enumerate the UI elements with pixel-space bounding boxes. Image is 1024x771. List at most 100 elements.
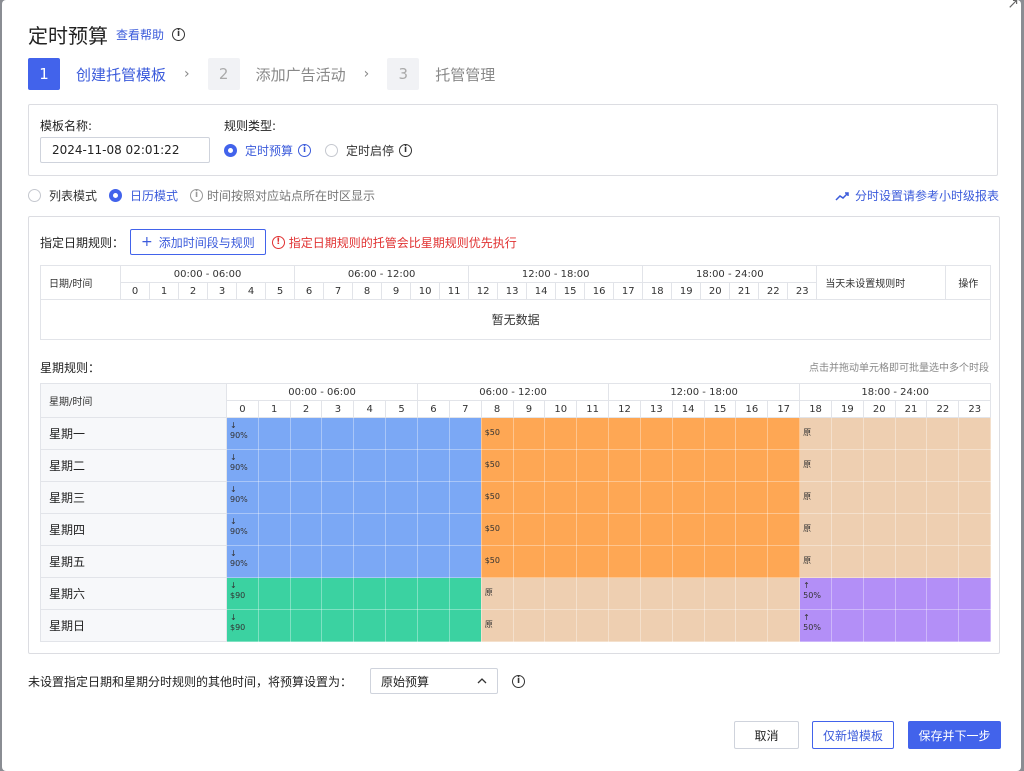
schedule-cell[interactable] xyxy=(353,545,387,578)
schedule-cell[interactable] xyxy=(257,513,291,546)
schedule-cell[interactable] xyxy=(894,417,928,450)
schedule-cell[interactable] xyxy=(926,417,960,450)
schedule-cell[interactable] xyxy=(608,545,641,578)
schedule-cell[interactable] xyxy=(257,417,291,450)
schedule-cell[interactable] xyxy=(257,449,291,482)
schedule-cell[interactable] xyxy=(862,609,896,642)
schedule-cell[interactable] xyxy=(385,545,419,578)
schedule-cell[interactable] xyxy=(703,449,737,482)
schedule-cell[interactable]: 原 xyxy=(799,513,832,546)
schedule-cell[interactable] xyxy=(544,449,578,482)
schedule-cell[interactable] xyxy=(703,577,737,610)
schedule-cell[interactable] xyxy=(671,609,705,642)
schedule-cell[interactable] xyxy=(894,577,928,610)
schedule-cell[interactable] xyxy=(958,513,992,546)
schedule-cell[interactable] xyxy=(703,513,737,546)
schedule-cell[interactable] xyxy=(608,577,641,610)
schedule-cell[interactable] xyxy=(385,577,419,610)
schedule-cell[interactable] xyxy=(958,449,992,482)
schedule-cell[interactable]: 原 xyxy=(799,417,832,450)
schedule-cell[interactable] xyxy=(289,481,323,514)
schedule-cell[interactable] xyxy=(353,449,387,482)
schedule-cell[interactable] xyxy=(671,481,705,514)
schedule-cell[interactable] xyxy=(639,545,673,578)
schedule-cell[interactable] xyxy=(862,417,896,450)
schedule-cell[interactable] xyxy=(639,513,673,546)
schedule-cell[interactable] xyxy=(703,417,737,450)
schedule-cell[interactable] xyxy=(926,545,960,578)
schedule-cell[interactable] xyxy=(417,417,450,450)
schedule-cell[interactable] xyxy=(512,577,546,610)
schedule-cell[interactable] xyxy=(735,513,769,546)
schedule-cell[interactable] xyxy=(608,481,641,514)
schedule-cell[interactable] xyxy=(608,609,641,642)
schedule-cell[interactable] xyxy=(448,417,482,450)
schedule-cell[interactable]: ↓ $90 xyxy=(226,609,259,642)
schedule-cell[interactable] xyxy=(257,481,291,514)
schedule-cell[interactable] xyxy=(862,513,896,546)
schedule-cell[interactable] xyxy=(671,577,705,610)
schedule-cell[interactable] xyxy=(576,513,610,546)
schedule-cell[interactable] xyxy=(448,481,482,514)
schedule-cell[interactable] xyxy=(639,609,673,642)
schedule-cell[interactable] xyxy=(608,513,641,546)
schedule-cell[interactable] xyxy=(448,545,482,578)
schedule-cell[interactable]: ↓ 90% xyxy=(226,545,259,578)
schedule-cell[interactable] xyxy=(894,449,928,482)
radio-selected-icon[interactable] xyxy=(109,189,123,202)
schedule-cell[interactable] xyxy=(289,513,323,546)
schedule-cell[interactable] xyxy=(608,417,641,450)
schedule-cell[interactable] xyxy=(767,449,801,482)
schedule-cell[interactable] xyxy=(862,545,896,578)
schedule-cell[interactable] xyxy=(289,609,323,642)
schedule-cell[interactable] xyxy=(512,449,546,482)
schedule-cell[interactable]: $50 xyxy=(480,481,514,514)
schedule-cell[interactable] xyxy=(289,577,323,610)
schedule-cell[interactable] xyxy=(735,577,769,610)
info-icon[interactable]: i xyxy=(172,28,186,41)
schedule-cell[interactable] xyxy=(353,417,387,450)
schedule-cell[interactable] xyxy=(321,513,355,546)
schedule-cell[interactable] xyxy=(417,545,450,578)
schedule-cell[interactable] xyxy=(767,513,801,546)
schedule-cell[interactable] xyxy=(576,481,610,514)
schedule-cell[interactable] xyxy=(926,481,960,514)
info-icon[interactable]: i xyxy=(298,144,312,157)
schedule-cell[interactable] xyxy=(894,545,928,578)
schedule-cell[interactable] xyxy=(512,609,546,642)
schedule-cell[interactable] xyxy=(448,513,482,546)
schedule-cell[interactable] xyxy=(544,417,578,450)
schedule-cell[interactable] xyxy=(448,449,482,482)
schedule-cell[interactable] xyxy=(958,609,992,642)
schedule-cell[interactable] xyxy=(576,417,610,450)
schedule-cell[interactable]: 原 xyxy=(480,577,514,610)
schedule-cell[interactable] xyxy=(830,449,864,482)
schedule-cell[interactable] xyxy=(289,545,323,578)
schedule-cell[interactable] xyxy=(448,609,482,642)
schedule-cell[interactable] xyxy=(958,481,992,514)
schedule-cell[interactable] xyxy=(353,481,387,514)
schedule-cell[interactable]: ↓ 90% xyxy=(226,481,259,514)
schedule-cell[interactable] xyxy=(289,449,323,482)
schedule-cell[interactable] xyxy=(512,513,546,546)
schedule-cell[interactable]: 原 xyxy=(799,449,832,482)
schedule-cell[interactable] xyxy=(353,577,387,610)
default-budget-select[interactable]: 原始预算 xyxy=(370,668,499,694)
schedule-cell[interactable] xyxy=(862,577,896,610)
schedule-cell[interactable] xyxy=(257,609,291,642)
schedule-cell[interactable] xyxy=(257,545,291,578)
new-template-button[interactable]: 仅新增模板 xyxy=(812,721,894,749)
schedule-cell[interactable] xyxy=(671,417,705,450)
info-icon[interactable]: i xyxy=(512,674,526,688)
schedule-cell[interactable] xyxy=(830,513,864,546)
schedule-cell[interactable] xyxy=(767,545,801,578)
schedule-cell[interactable] xyxy=(703,545,737,578)
schedule-cell[interactable] xyxy=(512,545,546,578)
schedule-cell[interactable]: 原 xyxy=(799,545,832,578)
schedule-cell[interactable] xyxy=(735,417,769,450)
schedule-cell[interactable] xyxy=(862,449,896,482)
schedule-cell[interactable] xyxy=(830,417,864,450)
close-icon[interactable]: ↗ xyxy=(1007,0,1019,12)
radio-icon[interactable] xyxy=(325,144,339,157)
schedule-cell[interactable] xyxy=(703,481,737,514)
